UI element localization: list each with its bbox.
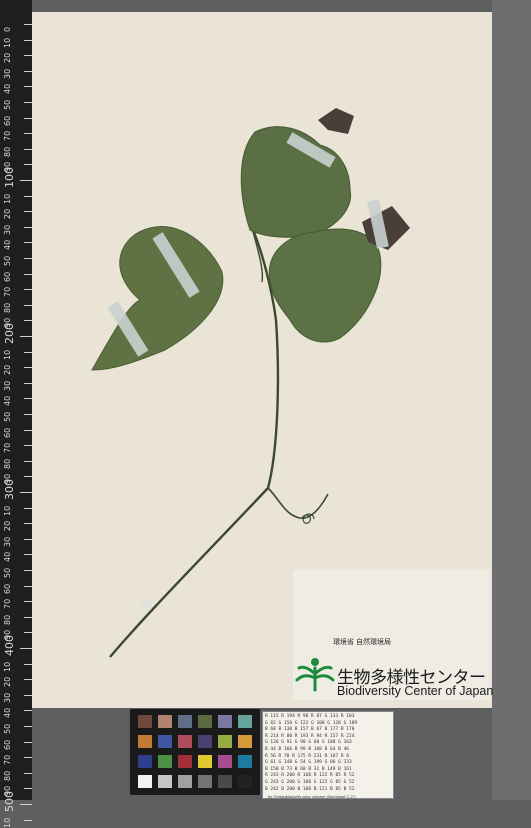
color-table-row: G 61 G 148 G 54 G 199 G 86 G 133 [265,760,352,766]
color-swatch [218,775,232,788]
color-swatch [178,715,192,728]
color-swatch [138,775,152,788]
color-swatch [138,755,152,768]
color-swatch [158,715,172,728]
color-table-row: G 82 G 150 G 122 G 108 G 128 G 189 [265,720,358,726]
color-swatch [198,775,212,788]
color-swatch [218,755,232,768]
color-swatch [238,735,252,748]
color-value-table: R 115 R 194 R 98 R 87 G 133 R 103 G 82 G … [262,711,394,799]
color-swatch [158,775,172,788]
color-table-row: B 242 B 200 B 160 B 121 B 85 B 52 [265,786,355,792]
branch-stem [267,487,329,519]
color-swatch [198,755,212,768]
color-swatch [138,735,152,748]
leaf-right [268,228,382,343]
color-table-row: R 243 R 200 R 160 R 122 R 85 R 52 [265,773,355,779]
ruler-tick [24,819,32,821]
color-checker [130,709,260,795]
color-swatch [178,755,192,768]
color-swatch [178,735,192,748]
color-swatch [158,755,172,768]
color-swatch [218,735,232,748]
color-swatch [178,775,192,788]
leaf-left [91,226,224,371]
color-swatch [138,715,152,728]
ministry-name: 環境省 自然環境局 [333,639,391,646]
color-swatch [198,715,212,728]
institution-logo [295,658,335,692]
color-swatch [198,735,212,748]
ruler-tick [20,804,32,805]
tendril [301,513,315,524]
color-swatch [218,715,232,728]
color-table-row: R 214 R 80 R 193 R 94 R 157 R 224 [265,733,355,739]
color-checker-caption: by GretagMacbeth color checker (Illumina… [268,794,356,799]
mounting-tape [142,600,151,610]
color-swatch [238,715,252,728]
damaged-leaf-tip-top [318,108,354,134]
color-table-row: B 44 B 166 B 99 B 108 B 64 B 46 [265,747,349,752]
color-table-row: R 56 R 70 R 175 R 231 R 187 R 8 [265,753,349,759]
org-name-english: Biodiversity Center of Japan [337,684,494,698]
color-swatch [238,755,252,768]
color-swatch [158,735,172,748]
color-table-row: B 150 B 73 B 60 B 31 B 149 B 161 [265,766,352,772]
color-table-row: R 115 R 194 R 98 R 87 G 133 R 103 [265,714,355,719]
color-table-row: G 243 G 200 G 160 G 122 G 85 G 52 [265,780,355,785]
color-table-row: G 126 G 91 G 90 G 60 G 188 G 163 [265,740,352,746]
color-table-row: B 68 B 130 B 157 B 67 B 177 B 170 [265,727,355,733]
color-swatch [238,775,252,788]
ruler-label: 10 [3,817,12,828]
